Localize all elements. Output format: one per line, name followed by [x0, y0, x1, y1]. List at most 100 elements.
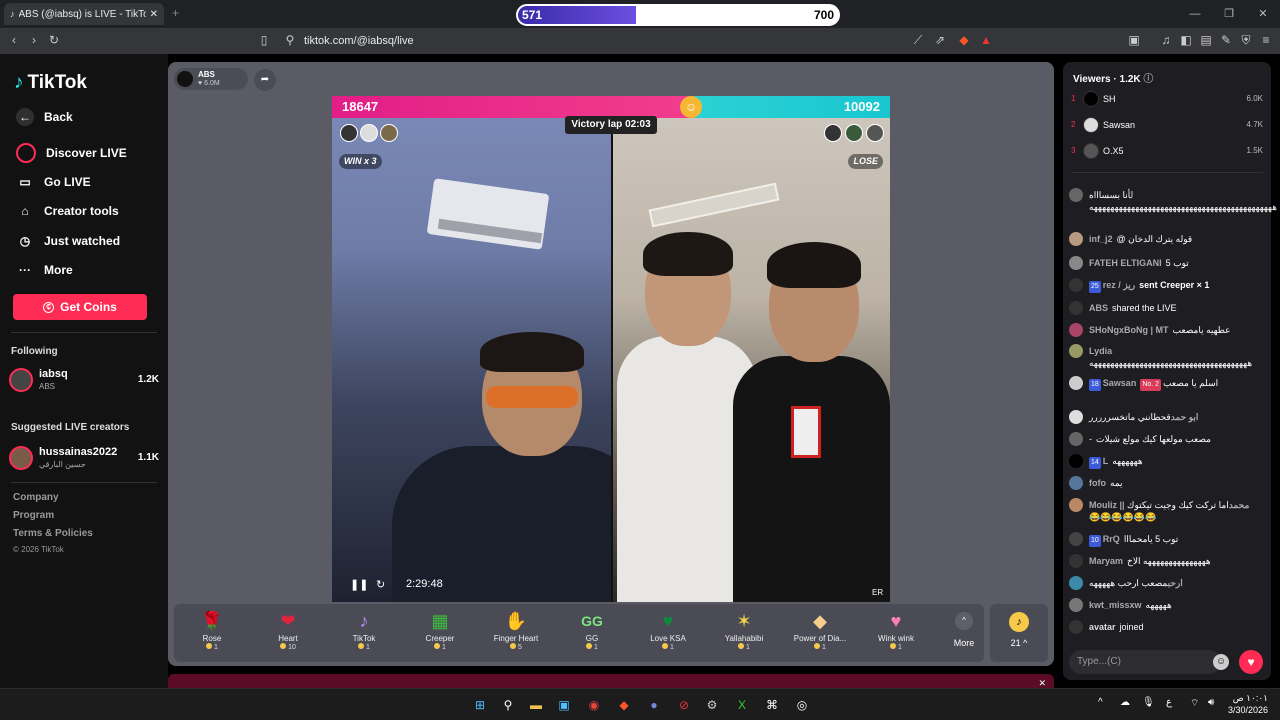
chat-user[interactable]: avatar — [1089, 622, 1116, 632]
store-icon[interactable]: ▣ — [554, 695, 574, 715]
gift-rose[interactable]: 🌹 Rose 1 — [174, 608, 250, 660]
nav-just-watched[interactable]: ◷ Just watched — [16, 232, 120, 250]
gift-yallahabibi[interactable]: ✶ Yallahabibi 1 — [706, 608, 782, 660]
network-app-icon[interactable]: ☁ — [1120, 697, 1130, 708]
top-viewer-row[interactable]: 1 SH 6.0K — [1071, 90, 1263, 110]
gift-tiktok[interactable]: ♪ TikTok 1 — [326, 608, 402, 660]
top-gifter-avatar[interactable] — [380, 124, 398, 142]
share-icon[interactable]: ⇗ — [930, 33, 950, 47]
back-icon[interactable]: ‹ — [4, 33, 24, 47]
sidebar-toggle-icon[interactable]: ▣ — [1124, 33, 1144, 47]
nav-creator-tools[interactable]: ⌂ Creator tools — [16, 202, 118, 220]
menu-icon[interactable]: ≡ — [1256, 33, 1276, 47]
top-gifter-avatar[interactable] — [845, 124, 863, 142]
reload-icon[interactable]: ↻ — [44, 33, 64, 47]
more-gifts-button[interactable]: ^ More — [944, 610, 984, 648]
bookmark-icon[interactable]: ▯ — [254, 33, 274, 47]
chat-user[interactable]: inf_j2 — [1089, 234, 1113, 244]
chat-user[interactable]: fofo — [1089, 478, 1106, 488]
maximize-icon[interactable]: ❐ — [1212, 0, 1246, 28]
share-button[interactable]: ➦ — [254, 69, 276, 91]
top-viewer-row[interactable]: 3 O.X5 1.5K — [1071, 142, 1263, 162]
chat-user[interactable]: Lydia — [1089, 346, 1112, 356]
language-indicator[interactable]: ع — [1166, 697, 1172, 708]
new-tab-icon[interactable]: + — [172, 6, 179, 20]
excel-icon[interactable]: X — [732, 695, 752, 715]
close-tab-icon[interactable]: ✕ — [150, 9, 158, 20]
gift-heart[interactable]: ❤ Heart 10 — [250, 608, 326, 660]
speaker-icon[interactable]: 🔊︎ — [1208, 697, 1214, 708]
footer-program[interactable]: Program — [13, 510, 54, 521]
steam-icon[interactable]: ⚙ — [702, 695, 722, 715]
chat-user[interactable]: kwt_missxw — [1089, 600, 1142, 610]
live-video[interactable]: 18647 10092 ☺ Victory lap 02:03 WIN x 3 … — [332, 96, 890, 602]
pause-icon[interactable]: ❚❚ — [350, 578, 368, 591]
following-account[interactable]: iabsq ABS 1.2K — [9, 366, 159, 396]
gift-creeper[interactable]: ▦ Creeper 1 — [402, 608, 478, 660]
gift-wink-wink[interactable]: ♥ Wink wink 1 — [858, 608, 934, 660]
clock[interactable]: ١٠:٠١ ص 3/30/2026 — [1228, 692, 1268, 716]
get-coins-button[interactable]: ₵ Get Coins — [13, 294, 147, 320]
translate-icon[interactable]: ⟋ — [908, 33, 928, 48]
capcut-icon[interactable]: ⌘ — [762, 695, 782, 715]
brave-shield-icon[interactable]: ◆ — [954, 33, 974, 47]
vpn-icon[interactable]: ⛨ — [1236, 33, 1256, 48]
file-explorer-icon[interactable]: ▬ — [526, 695, 546, 715]
chat-input[interactable]: Type...(C) — [1069, 650, 1221, 674]
forward-icon[interactable]: › — [24, 33, 44, 47]
chat-user[interactable]: SHoNgxBoNg | MT — [1089, 325, 1169, 335]
top-gifter-avatar[interactable] — [824, 124, 842, 142]
media-icon[interactable]: ♫ — [1156, 33, 1176, 47]
top-gifter-avatar[interactable] — [360, 124, 378, 142]
gift-love-ksa[interactable]: ♥ Love KSA 1 — [630, 608, 706, 660]
host-info[interactable]: ABS ♥ 6.0M — [174, 68, 248, 90]
wifi-icon[interactable]: ⌔ — [1190, 697, 1199, 710]
chat-user[interactable]: ABS — [1089, 303, 1108, 313]
like-heart-button[interactable]: ♥ — [1239, 650, 1263, 674]
search-icon[interactable]: ⚲ — [498, 695, 518, 715]
chat-user[interactable]: Maryam — [1089, 556, 1123, 566]
chrome-icon[interactable]: ◉ — [584, 695, 604, 715]
extensions-icon[interactable]: ✎ — [1216, 33, 1236, 47]
chat-user[interactable]: ل — [1131, 190, 1134, 200]
info-icon[interactable]: ⓘ — [1143, 74, 1153, 85]
chat-user[interactable]: L — [1103, 456, 1109, 466]
footer-terms[interactable]: Terms & Policies — [13, 528, 93, 539]
gift-gg[interactable]: GG GG 1 — [554, 608, 630, 660]
app-icon[interactable]: ⊘ — [674, 695, 694, 715]
chat-user[interactable]: FATEH ELTIGANI — [1089, 258, 1162, 268]
nav-discover-live[interactable]: Discover LIVE — [16, 143, 127, 163]
reader-icon[interactable]: ◧ — [1176, 33, 1196, 47]
gift-finger-heart[interactable]: ✋ Finger Heart 5 — [478, 608, 554, 660]
footer-company[interactable]: Company — [13, 492, 59, 503]
obs-icon[interactable]: ◎ — [792, 695, 812, 715]
chat-user[interactable]: - — [1089, 434, 1092, 444]
top-viewer-row[interactable]: 2 Sawsan 4.7K — [1071, 116, 1263, 136]
top-gifter-avatar[interactable] — [340, 124, 358, 142]
brave-icon[interactable]: ◆ — [614, 695, 634, 715]
chat-user[interactable]: RrQ — [1103, 534, 1120, 544]
tiktok-logo[interactable]: ♪ TikTok — [14, 72, 87, 94]
minimize-icon[interactable]: — — [1178, 0, 1212, 28]
gift-power-of-diamond[interactable]: ◆ Power of Dia... 1 — [782, 608, 858, 660]
chat-user[interactable]: ابو حمد — [1171, 412, 1199, 422]
site-info-icon[interactable]: ⚲ — [280, 33, 300, 47]
nav-more[interactable]: ··· More — [16, 261, 73, 279]
close-window-icon[interactable]: ✕ — [1246, 0, 1280, 28]
top-gifter-avatar[interactable] — [866, 124, 884, 142]
emoji-icon[interactable]: ☺ — [1213, 654, 1229, 670]
discord-icon[interactable]: ● — [644, 695, 664, 715]
rewards-icon[interactable]: ▲ — [976, 33, 996, 47]
coin-balance-button[interactable]: ♪ 21 ^ — [990, 604, 1048, 662]
nav-back[interactable]: ← Back — [16, 108, 73, 126]
chat-user[interactable]: ارحب — [1168, 578, 1183, 588]
refresh-icon[interactable]: ↻ — [376, 578, 385, 591]
microphone-icon[interactable]: 🎙︎ — [1142, 697, 1155, 708]
chevron-up-icon[interactable]: ^ — [1098, 697, 1103, 708]
start-icon[interactable]: ⊞ — [470, 695, 490, 715]
suggested-account[interactable]: hussainas2022 حسين البارقي 1.1K — [9, 444, 159, 474]
chat-user[interactable]: rez / ريز — [1103, 280, 1135, 290]
wallet-icon[interactable]: ▤ — [1196, 33, 1216, 47]
nav-go-live[interactable]: ▭ Go LIVE — [16, 173, 90, 191]
browser-tab[interactable]: ♪ ABS (@iabsq) is LIVE - TikTok ✕ — [4, 3, 164, 25]
